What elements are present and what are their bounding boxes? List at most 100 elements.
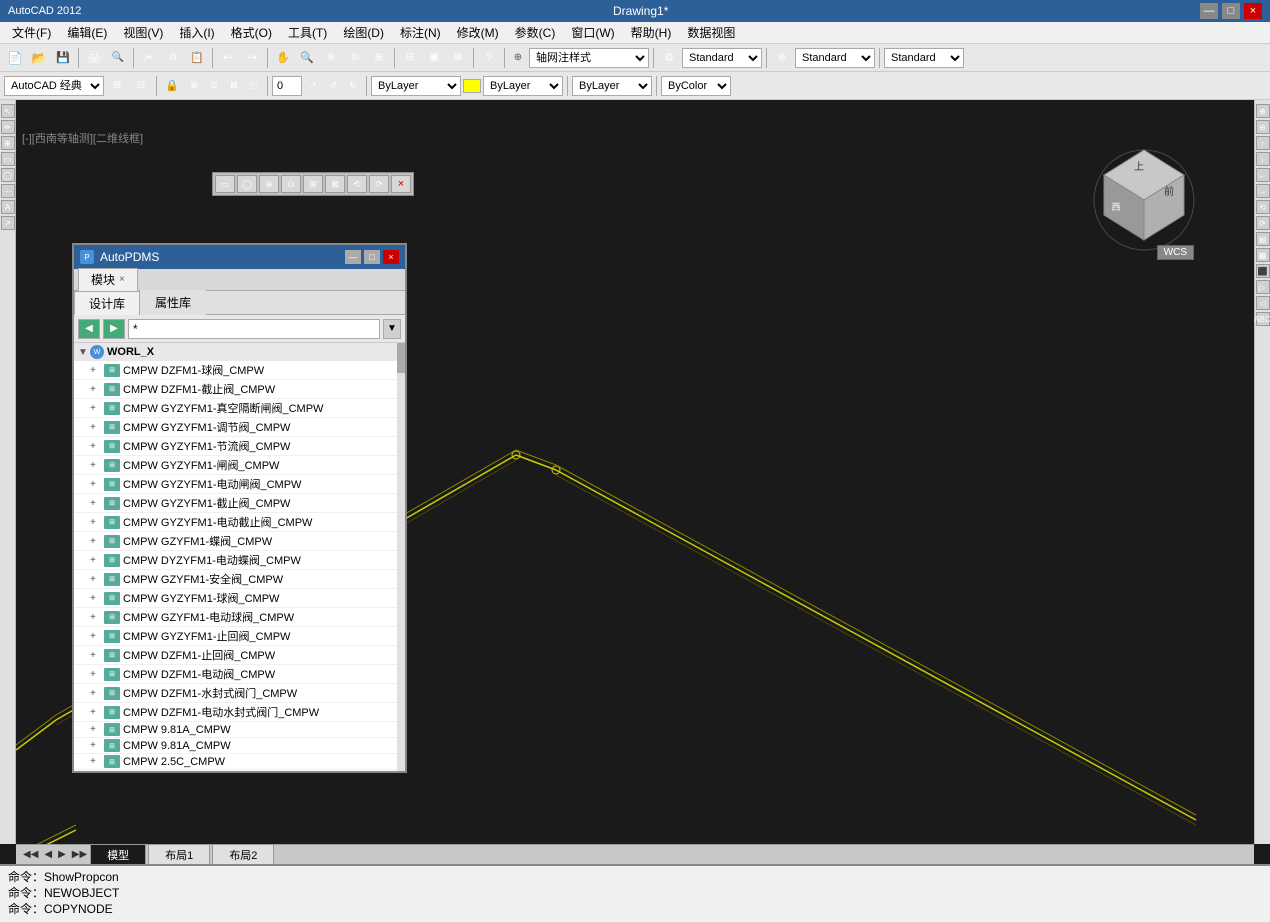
ft-btn-8[interactable]: ⟳ bbox=[369, 175, 389, 193]
ft-btn-3[interactable]: ⊕ bbox=[259, 175, 279, 193]
settings-icon[interactable]: ⚙ bbox=[658, 47, 680, 69]
left-tool-3[interactable]: ⊕ bbox=[1, 136, 15, 150]
right-tool-4[interactable]: ↓ bbox=[1256, 152, 1270, 166]
ft-btn-5[interactable]: ⊞ bbox=[303, 175, 323, 193]
menu-item-modify[interactable]: 修改(M) bbox=[449, 22, 507, 43]
right-tool-13[interactable]: ◁ bbox=[1256, 296, 1270, 310]
snap-btn3[interactable]: ⊠ bbox=[225, 77, 243, 95]
zoom4-btn[interactable]: ⊞ bbox=[368, 47, 390, 69]
menu-item-file[interactable]: 文件(F) bbox=[4, 22, 59, 43]
left-tool-1[interactable]: ↖ bbox=[1, 104, 15, 118]
right-tool-1[interactable]: ⊕ bbox=[1256, 104, 1270, 118]
menu-item-edit[interactable]: 编辑(E) bbox=[59, 22, 115, 43]
pdms-close-btn[interactable]: × bbox=[383, 250, 399, 264]
pdms-forward-btn[interactable]: ▶ bbox=[103, 319, 125, 339]
menu-item-dataview[interactable]: 数据视图 bbox=[679, 22, 743, 43]
ft-btn-2[interactable]: ◯ bbox=[237, 175, 257, 193]
pdms-dropdown-btn[interactable]: ▼ bbox=[383, 319, 401, 339]
model-nav-right[interactable]: ▶ bbox=[55, 849, 69, 860]
tree-item[interactable]: +⊞CMPW GYZYFM1-真空隔断闸阀_CMPW bbox=[74, 399, 405, 418]
undo-btn[interactable]: ↩ bbox=[217, 47, 239, 69]
tb-misc1[interactable]: ⊟ bbox=[399, 47, 421, 69]
linetype-select[interactable]: ByLayer bbox=[483, 76, 563, 96]
canvas-area[interactable]: [-][西南等轴测][二维线框] bbox=[16, 100, 1254, 844]
menu-item-view[interactable]: 视图(V) bbox=[115, 22, 171, 43]
tree-expand-icon[interactable]: + bbox=[90, 593, 102, 604]
tree-item[interactable]: +⊞CMPW GYZYFM1-电动截止阀_CMPW bbox=[74, 513, 405, 532]
tree-item[interactable]: +⊞CMPW DZFM1-电动阀_CMPW bbox=[74, 665, 405, 684]
tree-expand-icon[interactable]: + bbox=[90, 441, 102, 452]
standard-select2[interactable]: Standard bbox=[795, 48, 875, 68]
snap-btn2[interactable]: ⊙ bbox=[205, 77, 223, 95]
tree-expand-icon[interactable]: + bbox=[90, 517, 102, 528]
tree-item[interactable]: +⊞CMPW GYZYFM1-球阀_CMPW bbox=[74, 589, 405, 608]
snap-extra1[interactable]: ↗ bbox=[304, 77, 322, 95]
tree-item[interactable]: +⊞CMPW GYZYFM1-闸阀_CMPW bbox=[74, 456, 405, 475]
right-tool-6[interactable]: → bbox=[1256, 184, 1270, 198]
model-nav-left[interactable]: ◀ bbox=[41, 849, 55, 860]
standard-select3[interactable]: Standard bbox=[884, 48, 964, 68]
left-tool-4[interactable]: ▭ bbox=[1, 152, 15, 166]
pdms-back-btn[interactable]: ◀ bbox=[78, 319, 100, 339]
menu-item-draw[interactable]: 绘图(D) bbox=[335, 22, 392, 43]
pdms-tab-close[interactable]: × bbox=[119, 274, 125, 285]
wcs-button[interactable]: WCS bbox=[1157, 245, 1194, 260]
tree-expand-icon[interactable]: + bbox=[90, 384, 102, 395]
tree-expand-icon[interactable]: + bbox=[90, 669, 102, 680]
right-tool-8[interactable]: ⟳ bbox=[1256, 216, 1270, 230]
ft-btn-6[interactable]: ⊠ bbox=[325, 175, 345, 193]
left-tool-8[interactable]: ↗ bbox=[1, 216, 15, 230]
right-tool-14[interactable]: ABC bbox=[1256, 312, 1270, 326]
model-tab-layout1[interactable]: 布局1 bbox=[148, 844, 210, 865]
help-icon[interactable]: ? bbox=[478, 47, 500, 69]
ws-btn1[interactable]: ⊞ bbox=[106, 75, 128, 97]
tb-misc2[interactable]: ▣ bbox=[423, 47, 445, 69]
cut-btn[interactable]: ✂ bbox=[138, 47, 160, 69]
ft-btn-1[interactable]: ▭ bbox=[215, 175, 235, 193]
right-tool-3[interactable]: ↑ bbox=[1256, 136, 1270, 150]
copy-btn[interactable]: ⧉ bbox=[162, 47, 184, 69]
zoom-btn[interactable]: 🔍 bbox=[296, 47, 318, 69]
tree-item[interactable]: +⊞CMPW 2.5C_CMPW bbox=[74, 754, 405, 770]
menu-item-tools[interactable]: 工具(T) bbox=[280, 22, 335, 43]
right-tool-12[interactable]: ▷ bbox=[1256, 280, 1270, 294]
ft-btn-7[interactable]: ⟲ bbox=[347, 175, 367, 193]
snap-btn1[interactable]: ⊕ bbox=[185, 77, 203, 95]
left-tool-6[interactable]: ⋯ bbox=[1, 184, 15, 198]
pdms-search-input[interactable] bbox=[128, 319, 380, 339]
menu-item-help[interactable]: 帮助(H) bbox=[623, 22, 680, 43]
tree-expand-icon[interactable]: + bbox=[90, 756, 102, 767]
workspace-select[interactable]: AutoCAD 经典 bbox=[4, 76, 104, 96]
color-select[interactable]: ByColor bbox=[661, 76, 731, 96]
right-tool-10[interactable]: ▦ bbox=[1256, 248, 1270, 262]
tree-item[interactable]: +⊞CMPW DZFM1-球阀_CMPW bbox=[74, 361, 405, 380]
tree-expand-icon[interactable]: + bbox=[90, 555, 102, 566]
model-nav-next[interactable]: ▶▶ bbox=[69, 849, 90, 860]
tree-item[interactable]: +⊞CMPW DZFM1-止回阀_CMPW bbox=[74, 646, 405, 665]
layer-select[interactable]: ByLayer bbox=[371, 76, 461, 96]
tree-expand-icon[interactable]: + bbox=[90, 688, 102, 699]
tree-item[interactable]: +⊞CMPW GYZYFM1-截止阀_CMPW bbox=[74, 494, 405, 513]
right-tool-5[interactable]: ← bbox=[1256, 168, 1270, 182]
tree-item[interactable]: +⊞CMPW GYZYFM1-止回阀_CMPW bbox=[74, 627, 405, 646]
tree-item[interactable]: +⊞CMPW 9.81A_CMPW bbox=[74, 738, 405, 754]
tree-item[interactable]: +⊞CMPW DZFM1-电动水封式阀门_CMPW bbox=[74, 703, 405, 722]
minimize-btn[interactable]: — bbox=[1200, 3, 1218, 19]
right-tool-11[interactable]: ⬛ bbox=[1256, 264, 1270, 278]
left-tool-2[interactable]: ✏ bbox=[1, 120, 15, 134]
pdms-module-tab[interactable]: 模块 × bbox=[78, 268, 138, 291]
print-btn[interactable]: 🖨 bbox=[83, 47, 105, 69]
menu-item-dimension[interactable]: 标注(N) bbox=[392, 22, 449, 43]
tree-item[interactable]: +⊞CMPW GYZYFM1-电动闸阀_CMPW bbox=[74, 475, 405, 494]
standard-select1[interactable]: Standard bbox=[682, 48, 762, 68]
preview-btn[interactable]: 🔍 bbox=[107, 47, 129, 69]
paste-btn[interactable]: 📋 bbox=[186, 47, 208, 69]
ws-btn2[interactable]: ⊡ bbox=[130, 75, 152, 97]
tree-expand-icon[interactable]: + bbox=[90, 612, 102, 623]
left-tool-5[interactable]: ◯ bbox=[1, 168, 15, 182]
lineweight-select[interactable]: ByLayer bbox=[572, 76, 652, 96]
tree-expand-icon[interactable]: + bbox=[90, 422, 102, 433]
menu-item-insert[interactable]: 插入(I) bbox=[171, 22, 222, 43]
tree-expand-icon[interactable]: + bbox=[90, 460, 102, 471]
model-tab-model[interactable]: 模型 bbox=[90, 844, 146, 865]
